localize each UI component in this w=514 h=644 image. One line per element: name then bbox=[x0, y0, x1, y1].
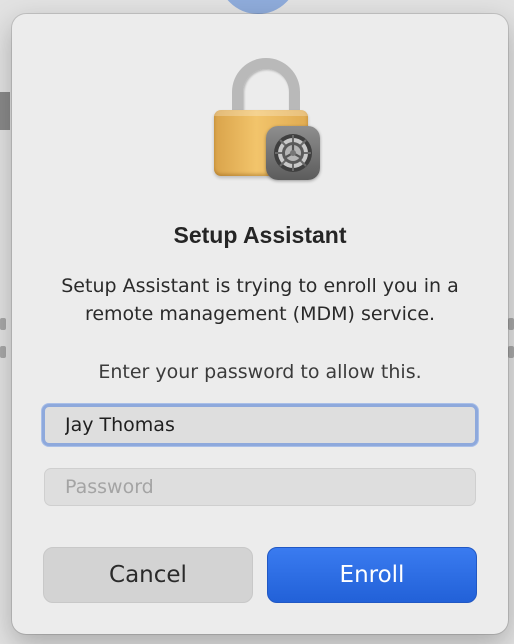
background-text-fragment bbox=[0, 92, 10, 130]
password-field[interactable] bbox=[44, 468, 476, 506]
password-prompt: Enter your password to allow this. bbox=[98, 361, 422, 383]
authentication-dialog: Setup Assistant Setup Assistant is tryin… bbox=[12, 14, 508, 634]
background-text-fragment bbox=[508, 346, 514, 358]
dialog-title: Setup Assistant bbox=[173, 222, 347, 248]
dialog-message: Setup Assistant is trying to enroll you … bbox=[61, 275, 459, 325]
lock-icon bbox=[212, 58, 320, 182]
settings-gear-icon bbox=[266, 126, 320, 180]
enroll-button[interactable]: Enroll bbox=[267, 547, 477, 603]
username-field[interactable] bbox=[42, 404, 478, 446]
background-text-fragment bbox=[0, 346, 6, 358]
background-text-fragment bbox=[0, 318, 6, 330]
background-text-fragment bbox=[508, 318, 514, 330]
cancel-button[interactable]: Cancel bbox=[43, 547, 253, 603]
